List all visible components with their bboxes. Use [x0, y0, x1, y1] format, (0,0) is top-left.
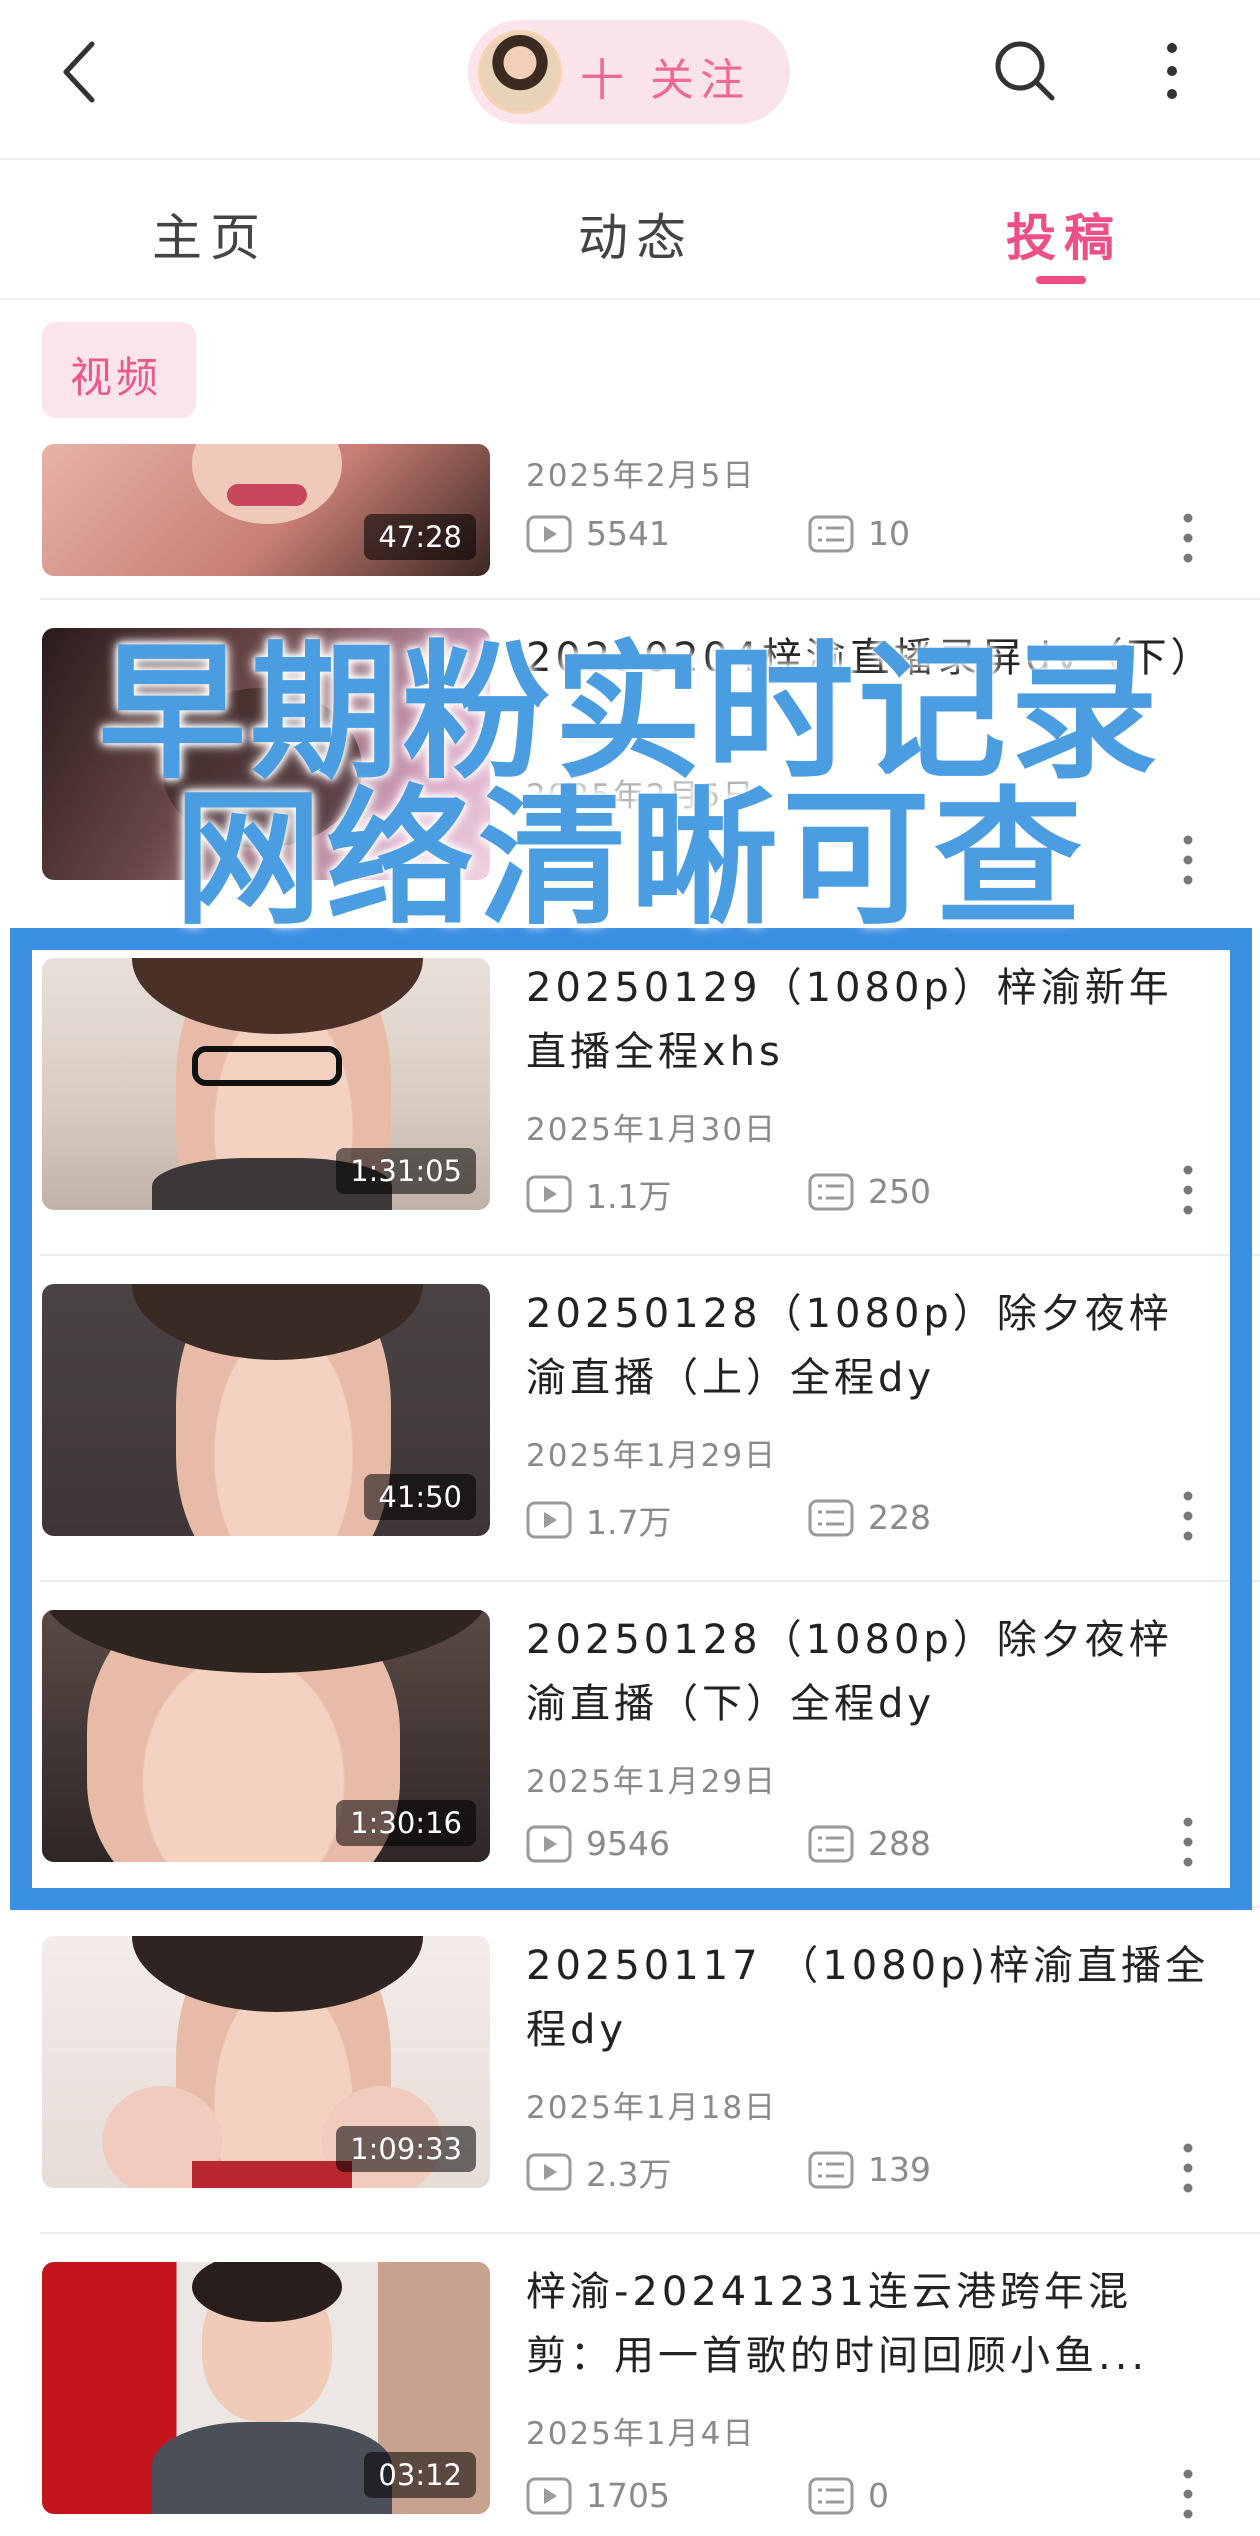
- comment-count-value: 0: [868, 2476, 889, 2515]
- play-count: 2.3万: [526, 2148, 671, 2196]
- search-button[interactable]: [990, 36, 1060, 106]
- highlight-box: [10, 928, 1252, 1910]
- follow-button[interactable]: 十 关注: [468, 20, 790, 124]
- top-bar: 十 关注: [0, 0, 1260, 160]
- video-duration: 47:28: [364, 514, 476, 560]
- more-options-button[interactable]: [1152, 36, 1192, 106]
- video-thumbnail[interactable]: 47:28: [42, 444, 490, 576]
- video-duration: 1:09:33: [336, 2126, 476, 2172]
- video-title[interactable]: 20250117 （1080p)梓渝直播全程dy: [526, 1934, 1216, 2062]
- play-count-value: 1705: [586, 2476, 670, 2515]
- play-icon: [526, 2153, 572, 2191]
- follow-label: 十 关注: [580, 55, 750, 106]
- active-tab-indicator: [1036, 276, 1086, 284]
- video-thumbnail[interactable]: 03:12: [42, 2262, 490, 2514]
- more-vertical-icon: [1183, 2469, 1193, 2519]
- video-duration: 03:12: [364, 2452, 476, 2498]
- comment-icon: [808, 515, 854, 552]
- video-menu-button[interactable]: [1176, 510, 1200, 566]
- comment-count: 10: [808, 512, 910, 553]
- play-count-value: 5541: [586, 514, 670, 553]
- filter-chip-label: 视频: [70, 353, 163, 402]
- comment-count: 139: [808, 2148, 931, 2189]
- overlay-caption-line-2: 网络清晰可查: [174, 773, 1086, 945]
- more-vertical-icon: [1167, 43, 1177, 99]
- video-thumbnail[interactable]: 1:09:33: [42, 1936, 490, 2188]
- video-date: 2025年1月4日: [526, 2416, 756, 2452]
- more-vertical-icon: [1183, 2143, 1193, 2193]
- comment-icon: [808, 2477, 854, 2514]
- video-menu-button[interactable]: [1176, 2140, 1200, 2196]
- video-date: 2025年2月5日: [526, 458, 756, 494]
- comment-count-value: 10: [868, 514, 910, 553]
- play-count-value: 2.3万: [586, 2155, 672, 2194]
- tab-activity[interactable]: 动态: [578, 198, 694, 270]
- overlay-caption-line-1: 早期粉实时记录: [98, 627, 1162, 799]
- overlay-caption: 早期粉实时记录 网络清晰可查: [0, 627, 1260, 945]
- play-icon: [526, 2477, 572, 2514]
- chevron-left-icon: [63, 41, 95, 103]
- comment-count: 0: [808, 2474, 889, 2515]
- list-item[interactable]: 47:28 2025年2月5日 5541 10: [0, 418, 1260, 600]
- video-menu-button[interactable]: [1176, 2466, 1200, 2522]
- play-count: 5541: [526, 512, 670, 553]
- more-vertical-icon: [1183, 513, 1193, 563]
- comment-icon: [808, 2151, 854, 2188]
- comment-count-value: 139: [868, 2150, 931, 2189]
- profile-tabs: 主页 动态 投稿: [0, 162, 1260, 300]
- tab-uploads[interactable]: 投稿: [1006, 198, 1122, 270]
- video-title[interactable]: 梓渝-20241231连云港跨年混剪：用一首歌的时间回顾小鱼...: [526, 2260, 1216, 2388]
- play-icon: [526, 515, 572, 552]
- search-icon: [995, 41, 1055, 101]
- list-item[interactable]: 1:09:33 20250117 （1080p)梓渝直播全程dy 2025年1月…: [0, 1908, 1260, 2234]
- list-item[interactable]: 03:12 梓渝-20241231连云港跨年混剪：用一首歌的时间回顾小鱼... …: [0, 2234, 1260, 2536]
- filter-chip-video[interactable]: 视频: [42, 322, 196, 418]
- tab-home[interactable]: 主页: [152, 198, 268, 270]
- play-count: 1705: [526, 2474, 670, 2515]
- back-button[interactable]: [52, 36, 116, 108]
- avatar[interactable]: [478, 30, 562, 114]
- video-date: 2025年1月18日: [526, 2090, 778, 2126]
